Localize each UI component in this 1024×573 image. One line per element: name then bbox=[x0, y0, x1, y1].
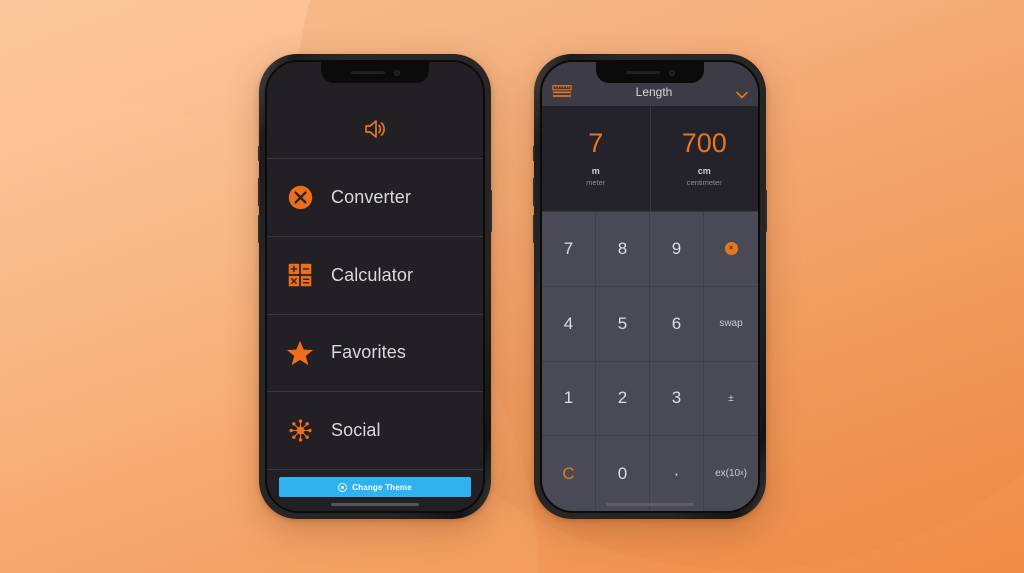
notch bbox=[596, 62, 704, 83]
chevron-down-icon[interactable] bbox=[736, 91, 748, 99]
home-indicator[interactable] bbox=[331, 503, 419, 506]
social-network-icon bbox=[285, 416, 315, 446]
exponent-label-prefix: ex(10 bbox=[715, 468, 741, 480]
key-3[interactable]: 3 bbox=[650, 361, 704, 437]
value-text: 700 bbox=[681, 128, 727, 159]
converter-source-value[interactable]: 7 m meter bbox=[542, 106, 650, 211]
ruler-icon[interactable] bbox=[552, 85, 572, 99]
menu-item-favorites[interactable]: Favorites bbox=[267, 313, 483, 392]
exponent-label-suffix: ) bbox=[743, 468, 747, 480]
menu-item-label: Favorites bbox=[331, 342, 406, 363]
unit-abbr: m bbox=[591, 166, 600, 177]
volume-down-button[interactable] bbox=[258, 215, 260, 243]
phone-device-converter: Length 7 m meter 700 cm centimeter 7 8 9… bbox=[533, 54, 767, 519]
key-8[interactable]: 8 bbox=[596, 212, 650, 287]
phone-screen-menu: Converter Calculator Favorites Social Ch… bbox=[265, 60, 485, 513]
front-camera bbox=[393, 69, 400, 76]
unit-name: meter bbox=[586, 177, 606, 187]
menu-list: Converter Calculator Favorites Social bbox=[267, 158, 483, 469]
key-exponent[interactable]: ex(10 x) bbox=[704, 436, 758, 511]
keypad: 7 8 9 × 4 5 6 swap 1 2 3 ± C 0 · ex(10 x) bbox=[542, 212, 758, 511]
calculator-grid-icon bbox=[285, 260, 315, 290]
volume-up-button[interactable] bbox=[258, 178, 260, 206]
speaker-icon[interactable] bbox=[362, 116, 388, 142]
menu-item-label: Social bbox=[331, 420, 381, 441]
value-text: 7 bbox=[588, 128, 604, 159]
key-0[interactable]: 0 bbox=[596, 436, 650, 511]
key-9[interactable]: 9 bbox=[650, 212, 704, 287]
phone-device-menu: Converter Calculator Favorites Social Ch… bbox=[258, 54, 492, 519]
power-button[interactable] bbox=[490, 190, 492, 232]
change-theme-label: Change Theme bbox=[352, 482, 412, 492]
key-swap[interactable]: swap bbox=[704, 287, 758, 362]
key-plus-minus[interactable]: ± bbox=[704, 362, 758, 437]
earpiece-speaker bbox=[350, 71, 385, 74]
key-7[interactable]: 7 bbox=[542, 212, 596, 287]
earpiece-speaker bbox=[625, 71, 660, 74]
unit-abbr: cm bbox=[697, 166, 711, 177]
key-decimal[interactable]: · bbox=[650, 436, 704, 511]
key-1[interactable]: 1 bbox=[542, 361, 596, 437]
volume-up-button[interactable] bbox=[533, 178, 535, 206]
key-5[interactable]: 5 bbox=[596, 286, 650, 362]
star-icon bbox=[285, 338, 315, 368]
converter-circle-x-icon bbox=[285, 182, 315, 212]
menu-item-calculator[interactable]: Calculator bbox=[267, 235, 483, 314]
key-2[interactable]: 2 bbox=[596, 361, 650, 437]
mute-switch[interactable] bbox=[533, 146, 535, 161]
home-indicator[interactable] bbox=[606, 503, 694, 506]
menu-item-label: Converter bbox=[331, 186, 411, 207]
key-clear[interactable]: C bbox=[542, 436, 596, 511]
converter-display: 7 m meter 700 cm centimeter bbox=[542, 106, 758, 212]
key-backspace[interactable]: × bbox=[704, 212, 758, 287]
eye-icon bbox=[338, 482, 348, 492]
menu-item-converter[interactable]: Converter bbox=[267, 158, 483, 236]
change-theme-button[interactable]: Change Theme bbox=[279, 477, 471, 497]
menu-screen-content: Converter Calculator Favorites Social Ch… bbox=[267, 62, 483, 511]
converter-title: Length bbox=[635, 85, 673, 99]
key-6[interactable]: 6 bbox=[650, 286, 704, 362]
volume-down-button[interactable] bbox=[533, 215, 535, 243]
front-camera bbox=[668, 69, 675, 76]
backspace-icon: × bbox=[724, 242, 738, 256]
menu-item-social[interactable]: Social bbox=[267, 391, 483, 469]
converter-target-value[interactable]: 700 cm centimeter bbox=[649, 106, 759, 211]
mute-switch[interactable] bbox=[258, 146, 260, 161]
phone-screen-converter: Length 7 m meter 700 cm centimeter 7 8 9… bbox=[540, 60, 760, 513]
notch bbox=[321, 62, 429, 83]
key-4[interactable]: 4 bbox=[542, 286, 596, 362]
power-button[interactable] bbox=[765, 190, 767, 232]
converter-screen-content: Length 7 m meter 700 cm centimeter 7 8 9… bbox=[542, 62, 758, 511]
menu-item-label: Calculator bbox=[331, 264, 414, 285]
unit-name: centimeter bbox=[686, 177, 722, 187]
